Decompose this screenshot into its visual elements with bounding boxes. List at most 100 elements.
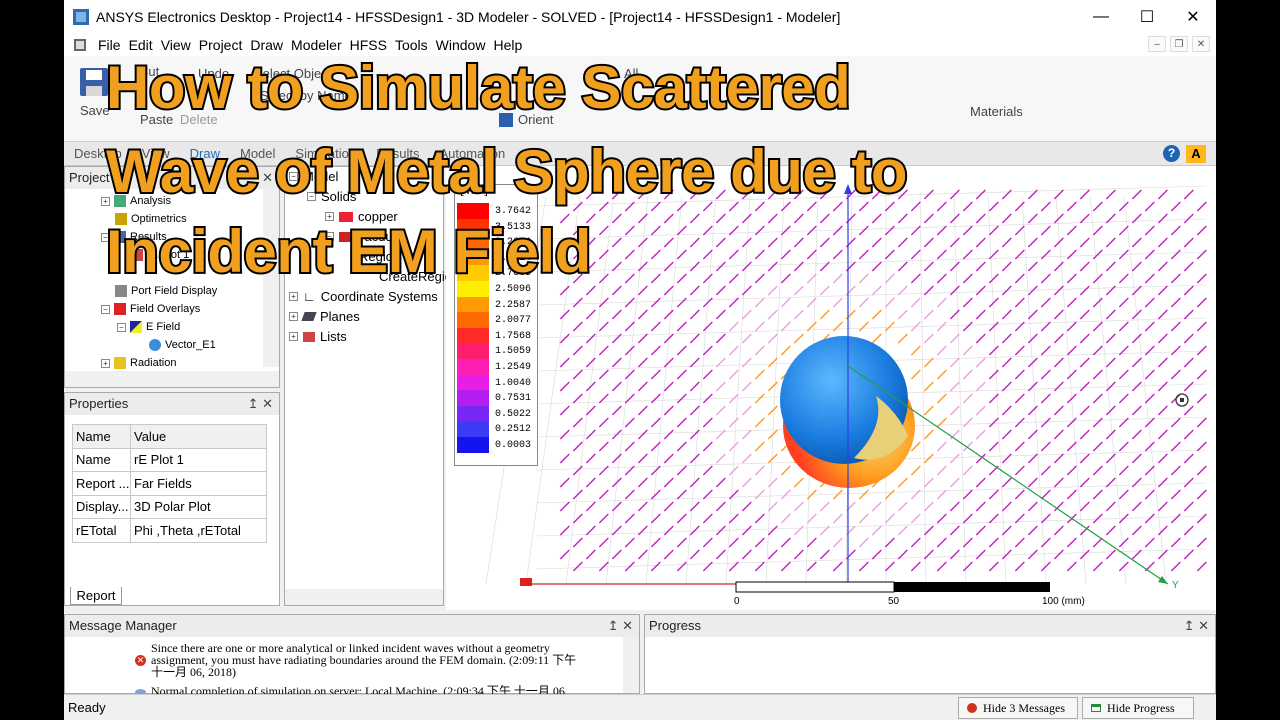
field-plot-canvas[interactable]: Y 0 50 100 (mm) — [446, 166, 1216, 610]
field-arrow — [650, 321, 661, 332]
undo-button[interactable]: Undo — [198, 66, 229, 81]
report-tab[interactable]: Report — [70, 587, 122, 605]
message-manager-title: Message Manager — [69, 618, 177, 633]
menu-tools[interactable]: Tools — [391, 37, 432, 53]
tree-item-region[interactable]: Region — [359, 249, 400, 264]
field-arrow — [611, 453, 622, 464]
tree-item-vacuum[interactable]: − vacuum — [325, 229, 404, 244]
message-vertical-scrollbar[interactable] — [623, 637, 639, 693]
mdi-minimize-button[interactable]: – — [1148, 36, 1166, 52]
tree-item-lists[interactable]: + Lists — [289, 329, 347, 344]
tab-desktop[interactable]: Desktop — [64, 142, 132, 166]
select-all-button[interactable]: All — [624, 66, 638, 81]
mdi-restore-button[interactable]: ❐ — [1170, 36, 1188, 52]
col-header-name[interactable]: Name — [72, 424, 131, 449]
tree-item-port-field-display[interactable]: Port Field Display — [115, 285, 217, 297]
field-arrow — [754, 489, 765, 500]
mdi-close-button[interactable]: ✕ — [1192, 36, 1210, 52]
tree-item-copper[interactable]: + copper — [325, 209, 398, 224]
tree-item-coordinate-systems[interactable]: + ∟ Coordinate Systems — [289, 289, 438, 304]
field-arrow — [858, 321, 869, 332]
tree-item-solids[interactable]: − Solids — [307, 189, 356, 204]
delete-button[interactable]: Delete — [180, 112, 218, 127]
table-row[interactable]: Name rE Plot 1 — [72, 447, 267, 472]
panel-pin-close-icons[interactable]: ↥ ✕ — [608, 615, 633, 637]
modeler-3d-viewport[interactable]: Y 0 50 100 (mm) [V/m] 3.7642 3.5133 3.2624… — [446, 166, 1216, 610]
menu-project[interactable]: Project — [195, 37, 247, 53]
field-arrow — [806, 273, 817, 284]
panel-close-icon[interactable]: ✕ — [262, 167, 273, 189]
tree-item-analysis[interactable]: + Analysis — [101, 195, 171, 207]
field-arrow — [1066, 321, 1077, 332]
save-icon[interactable] — [78, 66, 110, 98]
menu-bar: File Edit View Project Draw Modeler HFSS… — [64, 34, 1216, 56]
tree-item-optimetrics[interactable]: Optimetrics — [115, 213, 187, 225]
project-horizontal-scrollbar[interactable] — [65, 371, 279, 387]
menu-edit[interactable]: Edit — [125, 37, 157, 53]
analysis-icon — [114, 195, 126, 207]
prop-value-cell[interactable]: rE Plot 1 — [130, 447, 267, 472]
minimize-button[interactable]: — — [1078, 0, 1124, 34]
tree-item-vector-e1[interactable]: Vector_E1 — [149, 339, 216, 351]
tab-simulation[interactable]: Simulation — [285, 142, 366, 166]
tree-item-planes[interactable]: + Planes — [289, 309, 360, 324]
field-arrow — [650, 393, 661, 404]
tree-item-field-overlays[interactable]: − Field Overlays — [101, 303, 200, 315]
field-arrow — [1040, 321, 1051, 332]
table-row[interactable]: rETotal Phi ,Theta ,rETotal — [72, 518, 267, 543]
orient-dropdown[interactable]: Orient — [518, 112, 553, 127]
field-arrow — [1131, 357, 1142, 368]
menu-view[interactable]: View — [157, 37, 195, 53]
panel-pin-close-icons[interactable]: ↥ ✕ — [248, 393, 273, 415]
tree-item-radiation[interactable]: + Radiation — [101, 357, 176, 369]
field-arrow — [1092, 465, 1103, 476]
field-arrow — [832, 489, 843, 500]
table-row[interactable]: Report ... Far Fields — [72, 471, 267, 496]
help-icon[interactable]: ? — [1163, 145, 1180, 162]
tab-draw[interactable]: Draw — [180, 142, 230, 166]
hide-messages-button[interactable]: Hide 3 Messages — [958, 697, 1078, 719]
field-arrow — [1001, 309, 1012, 320]
error-icon: ✕ — [135, 655, 146, 666]
maximize-button[interactable]: ☐ — [1124, 0, 1170, 34]
menu-modeler[interactable]: Modeler — [287, 37, 346, 53]
tree-item-re-plot[interactable]: rE Plot 1 — [131, 249, 189, 261]
paste-button[interactable]: Paste — [140, 112, 173, 127]
select-object-dropdown[interactable]: Select Object — [254, 66, 331, 81]
prop-value-cell[interactable]: Phi ,Theta ,rETotal — [130, 518, 267, 543]
col-header-value[interactable]: Value — [130, 424, 267, 449]
tab-view[interactable]: View — [132, 142, 180, 166]
menu-help[interactable]: Help — [489, 37, 526, 53]
menu-window[interactable]: Window — [432, 37, 490, 53]
prop-value-cell[interactable]: 3D Polar Plot — [130, 494, 267, 519]
progress-header: Progress ↥ ✕ — [645, 615, 1215, 637]
field-arrow — [715, 213, 726, 224]
field-arrow — [715, 381, 726, 392]
tree-item-results[interactable]: − Results — [101, 231, 167, 243]
prop-value-cell[interactable]: Far Fields — [130, 471, 267, 496]
field-arrow — [1144, 297, 1155, 308]
tree-item-model[interactable]: − Model — [289, 169, 338, 184]
save-button[interactable]: Save — [80, 103, 110, 118]
select-by-name-button[interactable]: Select by Name — [260, 88, 352, 103]
hide-progress-button[interactable]: Hide Progress — [1082, 697, 1194, 719]
project-vertical-scrollbar[interactable] — [263, 189, 279, 367]
menu-draw[interactable]: Draw — [246, 37, 287, 53]
model-tree-horizontal-scrollbar[interactable] — [285, 589, 443, 605]
field-arrow — [1040, 369, 1051, 380]
results-icon — [114, 231, 126, 243]
tree-item-e-field[interactable]: − E Field — [117, 321, 180, 333]
cut-button[interactable]: Cut — [139, 64, 159, 79]
panel-pin-close-icons[interactable]: ↥ ✕ — [1184, 615, 1209, 637]
materials-button[interactable]: Materials — [970, 104, 1023, 119]
close-button[interactable]: ✕ — [1170, 0, 1216, 34]
menu-file[interactable]: File — [94, 37, 125, 53]
table-row[interactable]: Display... 3D Polar Plot — [72, 494, 267, 519]
tab-model[interactable]: Model — [230, 142, 285, 166]
message-error[interactable]: Since there are one or more analytical o… — [151, 642, 591, 678]
menu-hfss[interactable]: HFSS — [346, 37, 391, 53]
field-arrow — [1001, 477, 1012, 488]
field-arrow — [1066, 225, 1077, 236]
tab-results[interactable]: Results — [366, 142, 429, 166]
tab-automation[interactable]: Automation — [429, 142, 515, 166]
